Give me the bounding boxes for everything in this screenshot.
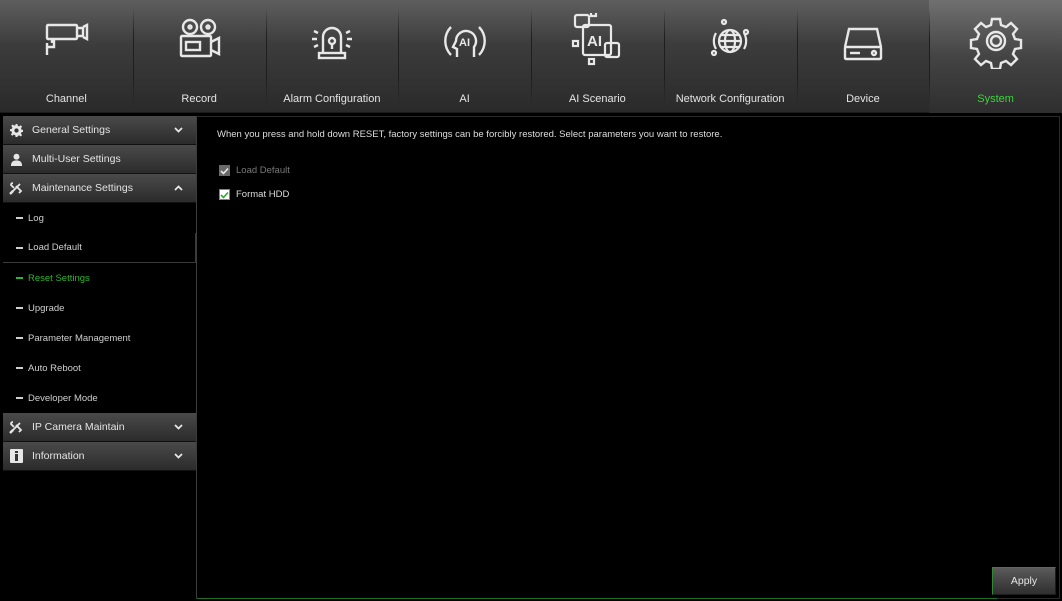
sidebar-item-upgrade[interactable]: Upgrade — [3, 293, 196, 323]
ai-scenario-icon: AI — [567, 8, 627, 74]
apply-button[interactable]: Apply — [992, 567, 1056, 595]
sidebar-item-label: Load Default — [28, 242, 82, 253]
sidebar-item-developer-mode[interactable]: Developer Mode — [3, 383, 196, 413]
dash-bullet — [16, 246, 23, 249]
format-hdd-option[interactable]: Format HDD — [219, 189, 289, 200]
sidebar-item-log[interactable]: Log — [3, 203, 196, 233]
tools-icon — [9, 181, 23, 195]
dash-bullet — [16, 367, 23, 369]
svg-text:AI: AI — [587, 33, 602, 50]
dash-bullet — [16, 397, 23, 399]
nav-network-configuration[interactable]: Network Configuration — [663, 0, 797, 113]
sidebar-group-maintenance-settings[interactable]: Maintenance Settings — [3, 174, 196, 203]
nav-ai[interactable]: AI AI — [398, 0, 531, 113]
nav-network-configuration-label: Network Configuration — [675, 93, 785, 105]
reset-notice-text: When you press and hold down RESET, fact… — [217, 129, 723, 140]
sidebar-group-information[interactable]: Information — [3, 442, 196, 471]
dash-bullet — [16, 277, 23, 279]
sidebar-item-label: Auto Reboot — [28, 362, 81, 374]
nav-channel[interactable]: Channel — [0, 0, 133, 113]
sidebar: General Settings Multi-User Settings Mai… — [3, 116, 196, 599]
sidebar-group-label: Maintenance Settings — [32, 182, 133, 194]
sidebar-item-load-default[interactable]: Load Default — [3, 233, 196, 263]
video-camera-icon — [169, 8, 229, 74]
nav-alarm-configuration[interactable]: Alarm Configuration — [265, 0, 399, 113]
gear-icon — [9, 123, 23, 137]
divider — [197, 598, 997, 599]
sidebar-group-label: Information — [32, 450, 85, 462]
svg-text:AI: AI — [459, 37, 470, 49]
dash-bullet — [16, 307, 23, 309]
info-icon — [9, 449, 23, 463]
reset-settings-panel: When you press and hold down RESET, fact… — [196, 116, 1060, 599]
sidebar-item-parameter-management[interactable]: Parameter Management — [3, 323, 196, 353]
nav-record[interactable]: Record — [132, 0, 266, 113]
sidebar-group-general-settings[interactable]: General Settings — [3, 116, 196, 145]
dash-bullet — [16, 337, 23, 339]
nav-device[interactable]: Device — [796, 0, 930, 113]
user-icon — [9, 152, 23, 166]
nav-system-label: System — [977, 93, 1014, 105]
sidebar-item-label: Log — [28, 212, 44, 224]
nav-alarm-configuration-label: Alarm Configuration — [283, 93, 381, 105]
sidebar-group-ip-camera-maintain[interactable]: IP Camera Maintain — [3, 413, 196, 442]
load-default-label: Load Default — [236, 165, 290, 176]
nav-system[interactable]: System — [929, 0, 1062, 113]
sidebar-group-multi-user-settings[interactable]: Multi-User Settings — [3, 145, 196, 174]
sidebar-item-label: Upgrade — [28, 302, 65, 314]
sidebar-group-label: General Settings — [32, 124, 111, 136]
globe-icon — [700, 8, 760, 74]
nav-ai-scenario-label: AI Scenario — [568, 93, 626, 105]
hdd-icon — [833, 8, 893, 74]
nav-ai-label: AI — [459, 93, 470, 105]
camera-icon — [36, 8, 96, 74]
sidebar-group-label: Multi-User Settings — [32, 153, 121, 165]
sidebar-item-label: Parameter Management — [28, 332, 131, 344]
nav-record-label: Record — [181, 93, 217, 105]
chevron-down-icon — [174, 452, 184, 460]
ai-head-icon: AI — [435, 8, 495, 74]
chevron-down-icon — [174, 126, 184, 134]
dash-bullet — [16, 217, 23, 219]
nav-device-label: Device — [846, 93, 880, 105]
load-default-option: Load Default — [219, 165, 290, 176]
format-hdd-label: Format HDD — [236, 189, 290, 200]
sidebar-item-reset-settings[interactable]: Reset Settings — [3, 263, 196, 293]
tools-icon — [9, 420, 23, 434]
maintenance-submenu: Log Load Default Reset Settings Upgrade … — [3, 203, 196, 413]
sidebar-group-label: IP Camera Maintain — [32, 421, 125, 433]
alarm-siren-icon — [302, 8, 362, 74]
sidebar-item-auto-reboot[interactable]: Auto Reboot — [3, 353, 196, 383]
chevron-down-icon — [174, 423, 184, 431]
nav-channel-label: Channel — [45, 93, 87, 105]
sidebar-item-label: Developer Mode — [28, 392, 98, 404]
chevron-up-icon — [174, 184, 184, 192]
sidebar-item-label: Reset Settings — [28, 272, 90, 284]
gear-icon — [966, 8, 1026, 74]
format-hdd-checkbox[interactable] — [219, 189, 230, 200]
load-default-checkbox — [219, 165, 230, 176]
top-navigation: Channel Record Alarm Configuration AI AI… — [0, 0, 1062, 113]
nav-ai-scenario[interactable]: AI AI Scenario — [531, 0, 664, 113]
